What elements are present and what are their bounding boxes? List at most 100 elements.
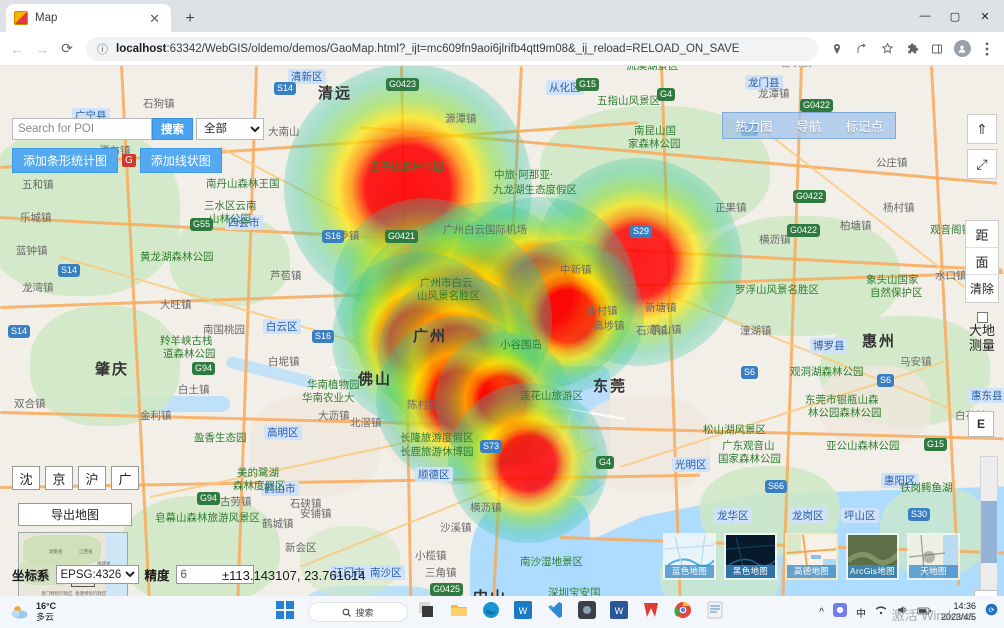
basemap-thumb-gaode[interactable]: 高德地图 — [785, 533, 838, 580]
crs-select[interactable]: EPSG:4326 — [55, 565, 139, 584]
taskbar-search-box[interactable]: 搜索 — [308, 602, 408, 622]
map-label-park: 亚公山森林公园 — [826, 440, 900, 452]
clear-measure-button[interactable]: 清除 — [966, 275, 998, 302]
measure-area-button[interactable]: 面 — [966, 248, 998, 275]
map-label-district: 龙岗区 — [789, 508, 827, 523]
browser-tabstrip: Map ✕ + — ▢ ✕ — [0, 0, 1004, 32]
location-pin-icon[interactable] — [826, 38, 848, 60]
bookmark-star-icon[interactable] — [876, 38, 898, 60]
fullscreen-icon[interactable]: ⤢ — [967, 149, 997, 179]
map-label-town: 水口镇 — [935, 270, 967, 282]
map-vertical-scrollbar[interactable] — [980, 456, 998, 596]
map-label-layer: 广州东莞佛山肇庆清远惠州中山广宁县清新区从化区四会市白云区龙门县博罗县惠东县高明… — [0, 66, 1004, 596]
map-label-district: 南沙区 — [367, 565, 405, 580]
address-bar-url: localhost:63342/WebGIS/oldemo/demos/GaoM… — [116, 43, 739, 55]
profile-avatar-icon[interactable] — [951, 38, 973, 60]
zoom-in-button[interactable]: + — [975, 591, 997, 596]
map-label-city: 佛山 — [358, 370, 393, 388]
reload-icon[interactable]: ⟳ — [56, 38, 78, 60]
wps-icon[interactable] — [642, 601, 664, 623]
window-close-button[interactable]: ✕ — [970, 0, 1000, 32]
map-label-park: 家森林公园 — [628, 138, 681, 150]
map-road-shield: S73 — [480, 440, 503, 453]
city-shortcut-group: 沈 京 沪 广 — [12, 466, 139, 490]
map-label-town: 龙湾镇 — [22, 282, 54, 294]
geodesic-checkbox[interactable] — [976, 312, 988, 323]
start-icon[interactable] — [276, 601, 298, 623]
tray-expand-icon[interactable]: ^ — [819, 607, 824, 618]
map-road-shield: G15 — [576, 78, 600, 91]
site-info-icon[interactable]: ⓘ — [96, 38, 109, 60]
search-category-select[interactable]: 全部 — [196, 118, 264, 140]
city-button-guangzhou[interactable]: 广 — [111, 466, 139, 490]
city-button-beijing[interactable]: 京 — [45, 466, 73, 490]
taskbar-app-row: 搜索 W W — [276, 601, 728, 623]
chrome-menu-icon[interactable] — [976, 38, 998, 60]
word-icon[interactable]: W — [610, 601, 632, 623]
gitkraken-icon[interactable] — [578, 601, 600, 623]
map-label-town: 公庄镇 — [876, 157, 908, 169]
map-road-shield: S16 — [322, 230, 345, 243]
edge-icon[interactable] — [482, 601, 504, 623]
map-label-town: 鹤城镇 — [262, 518, 294, 530]
webstorm-icon[interactable]: W — [514, 601, 536, 623]
tab-heatmap[interactable]: 热力图 — [723, 113, 785, 138]
basemap-label-blue: 蓝色地图 — [665, 565, 714, 578]
basemap-label-arcgis: ArcGis地图 — [848, 565, 897, 578]
vscode-icon[interactable] — [546, 601, 568, 623]
basemap-thumb-blue[interactable]: 蓝色地图 — [663, 533, 716, 580]
search-input[interactable] — [12, 118, 152, 140]
city-button-shanghai[interactable]: 沪 — [78, 466, 106, 490]
add-line-chart-button[interactable]: 添加线状图 — [139, 148, 222, 173]
tab-navigation[interactable]: 导航 — [784, 113, 833, 138]
map-road-shield: S29 — [630, 225, 653, 238]
task-view-icon[interactable] — [418, 601, 440, 623]
taskbar-weather-widget[interactable]: 16°C 多云 — [10, 601, 56, 623]
map-label-town: 白坭镇 — [268, 356, 300, 368]
map-label-town: 芦苞镇 — [270, 270, 302, 282]
map-road-shield: S16 — [312, 330, 335, 343]
tab-favicon-icon — [14, 11, 28, 25]
browser-tab[interactable]: Map ✕ — [6, 4, 171, 32]
geodesic-measure-option[interactable]: 大地测量 — [967, 312, 997, 353]
ime-indicator[interactable]: 中 — [856, 605, 866, 620]
notification-center-icon[interactable]: ⟳ — [985, 603, 998, 621]
basemap-thumb-dark[interactable]: 黑色地图 — [724, 533, 777, 580]
scrollbar-thumb[interactable] — [981, 501, 997, 563]
pan-up-icon[interactable]: ⇑ — [967, 114, 997, 144]
overview-minimap[interactable]: 湖南省 江西省 福建省 广西壮族 自治区 广东省 澳门特别行政区 香港特别行政区… — [18, 532, 128, 596]
new-tab-button[interactable]: + — [180, 11, 200, 27]
g-badge-icon: G — [122, 154, 136, 167]
forward-icon[interactable]: → — [31, 38, 53, 60]
tray-app-icon[interactable] — [832, 602, 847, 622]
map-canvas[interactable]: 广州东莞佛山肇庆清远惠州中山广宁县清新区从化区四会市白云区龙门县博罗县惠东县高明… — [0, 66, 1004, 596]
share-icon[interactable] — [851, 38, 873, 60]
tab-markers[interactable]: 标记点 — [833, 113, 895, 138]
cursor-coordinates: ±113.143107, 23.761614 — [222, 568, 366, 583]
map-label-town: 源潭镇 — [445, 113, 477, 125]
url-path: :63342/WebGIS/oldemo/demos/GaoMap.html?_… — [166, 42, 740, 55]
address-bar[interactable]: ⓘ localhost:63342/WebGIS/oldemo/demos/Ga… — [86, 36, 818, 61]
window-minimize-button[interactable]: — — [910, 0, 940, 32]
map-label-park: 观洞湖森林公园 — [790, 366, 864, 378]
notepad-icon[interactable] — [706, 601, 728, 623]
side-panel-icon[interactable] — [926, 38, 948, 60]
measure-distance-button[interactable]: 距 — [966, 221, 998, 248]
back-icon[interactable]: ← — [6, 38, 28, 60]
basemap-thumb-arcgis[interactable]: ArcGis地图 — [846, 533, 899, 580]
extensions-puzzle-icon[interactable] — [901, 38, 923, 60]
tab-close-icon[interactable]: ✕ — [146, 10, 163, 27]
map-label-town: 大旺镇 — [160, 299, 192, 311]
export-map-button[interactable]: 导出地图 — [18, 503, 132, 526]
map-label-town: 石坝镇 — [780, 66, 812, 70]
map-label-town: 蓝钟镇 — [16, 245, 48, 257]
city-button-shenyang[interactable]: 沈 — [12, 466, 40, 490]
file-explorer-icon[interactable] — [450, 601, 472, 623]
tray-network-icon[interactable] — [875, 603, 887, 621]
search-button[interactable]: 搜索 — [152, 118, 193, 140]
basemap-thumb-tianditu[interactable]: 天地图 — [907, 533, 960, 580]
window-maximize-button[interactable]: ▢ — [940, 0, 970, 32]
crs-label: 坐标系 — [12, 569, 50, 583]
add-bar-chart-button[interactable]: 添加条形统计图 — [12, 148, 119, 173]
chrome-icon[interactable] — [674, 601, 696, 623]
